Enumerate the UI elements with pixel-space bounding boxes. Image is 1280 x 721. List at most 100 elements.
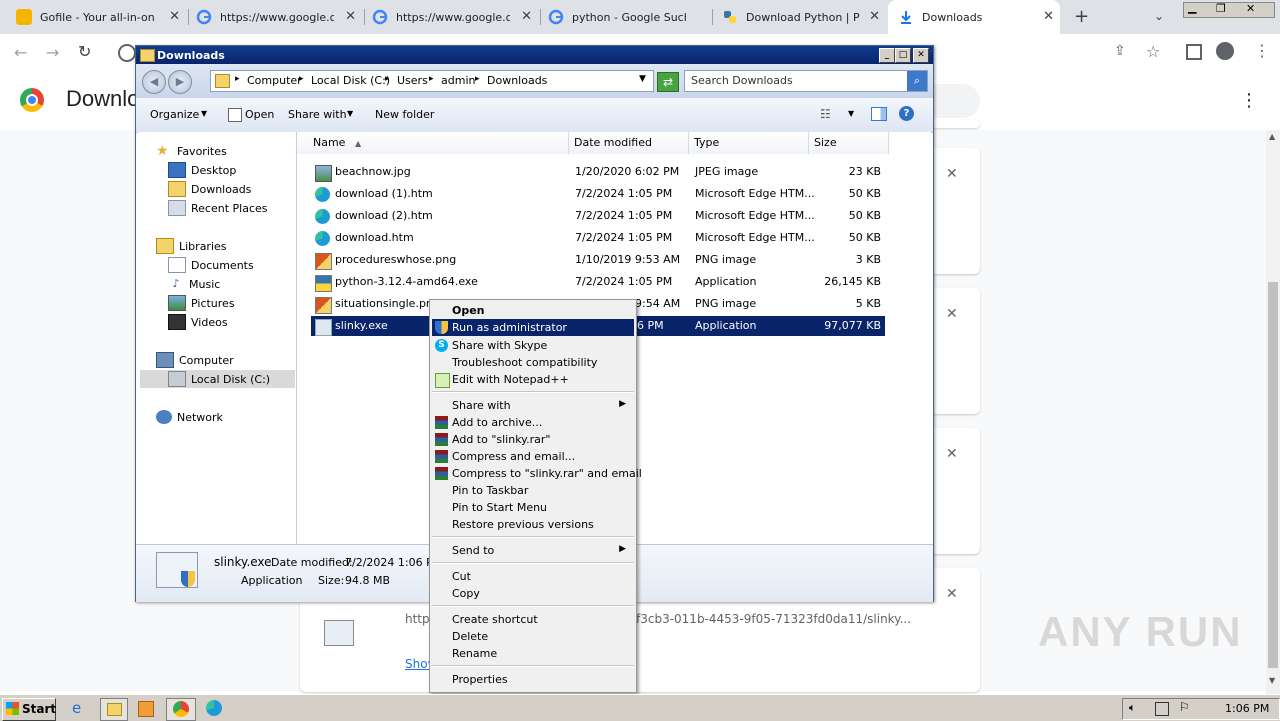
- scroll-thumb[interactable]: [1268, 282, 1278, 668]
- nav-videos[interactable]: Videos: [168, 313, 228, 331]
- forward-icon[interactable]: →: [46, 43, 59, 62]
- column-header-date[interactable]: Date modified: [569, 132, 689, 154]
- menu-item-properties[interactable]: Properties: [432, 671, 634, 688]
- menu-item-delete[interactable]: Delete: [432, 628, 634, 645]
- nav-favorites[interactable]: ★ Favorites: [156, 142, 227, 160]
- menu-item-pin-taskbar[interactable]: Pin to Taskbar: [432, 482, 634, 499]
- menu-item-pin-start[interactable]: Pin to Start Menu: [432, 499, 634, 516]
- minimize-icon[interactable]: ▁: [1188, 1, 1196, 14]
- column-header-type[interactable]: Type: [689, 132, 809, 154]
- action-center-flag-icon[interactable]: ⚐: [1179, 700, 1190, 714]
- chevron-down-icon[interactable]: ▼: [201, 109, 207, 118]
- search-icon[interactable]: ⌕: [907, 71, 927, 91]
- new-folder-button[interactable]: New folder: [375, 108, 434, 121]
- nav-libraries[interactable]: Libraries: [156, 237, 227, 255]
- nav-computer[interactable]: Computer: [156, 351, 234, 369]
- breadcrumb-arrow-icon[interactable]: ▸: [385, 74, 390, 84]
- maximize-icon[interactable]: □: [895, 48, 911, 63]
- close-window-icon[interactable]: ✕: [913, 48, 929, 63]
- file-row[interactable]: download.htm 7/2/2024 1:05 PM Microsoft …: [311, 228, 885, 248]
- clock[interactable]: 1:06 PM: [1225, 702, 1269, 715]
- menu-item-rename[interactable]: Rename: [432, 645, 634, 662]
- organize-button[interactable]: Organize: [150, 108, 199, 121]
- back-icon[interactable]: ◀: [142, 70, 166, 94]
- address-bar[interactable]: ▸ Computer ▸ Local Disk (C:) ▸ Users ▸ a…: [210, 70, 654, 92]
- network-tray-icon[interactable]: [1155, 702, 1169, 716]
- menu-item-create-shortcut[interactable]: Create shortcut: [432, 611, 634, 628]
- help-icon[interactable]: ?: [899, 106, 914, 121]
- tab-gofile[interactable]: Gofile - Your all-in-one ✕: [16, 0, 186, 34]
- chrome-taskbar-button[interactable]: [166, 698, 196, 721]
- reload-icon[interactable]: ↻: [78, 42, 91, 61]
- menu-item-compress-rar-email[interactable]: Compress to "slinky.rar" and email: [432, 465, 642, 482]
- tab-google-2[interactable]: https://www.google.co ✕: [372, 0, 538, 34]
- menu-item-compress-email[interactable]: Compress and email...: [432, 448, 634, 465]
- start-button[interactable]: Start: [2, 698, 56, 721]
- downloads-menu-icon[interactable]: ⋮: [1240, 90, 1258, 111]
- ie-icon[interactable]: e: [72, 698, 90, 719]
- menu-item-share-with[interactable]: Share with ▶: [432, 397, 634, 414]
- profile-avatar-icon[interactable]: [1216, 42, 1234, 60]
- nav-documents[interactable]: Documents: [168, 256, 254, 274]
- site-info-icon[interactable]: [118, 44, 136, 62]
- share-with-button[interactable]: Share with: [288, 108, 347, 121]
- restore-icon[interactable]: ❐: [1216, 2, 1226, 15]
- menu-item-run-as-admin[interactable]: Run as administrator: [432, 319, 634, 336]
- open-button[interactable]: Open: [245, 108, 274, 121]
- breadcrumb-users[interactable]: Users: [397, 74, 428, 87]
- close-tab-icon[interactable]: ✕: [345, 9, 356, 24]
- address-dropdown-icon[interactable]: ▼: [639, 74, 646, 84]
- remove-download-icon[interactable]: ✕: [946, 446, 958, 462]
- share-icon[interactable]: ⇪: [1114, 43, 1126, 59]
- forward-icon[interactable]: ▶: [168, 70, 192, 94]
- new-tab-icon[interactable]: +: [1074, 6, 1089, 27]
- preview-pane-icon[interactable]: [871, 107, 887, 121]
- back-icon[interactable]: ←: [14, 43, 27, 62]
- close-tab-icon[interactable]: ✕: [1043, 9, 1054, 24]
- explorer-titlebar[interactable]: Downloads _ □ ✕: [136, 46, 933, 64]
- scroll-down-icon[interactable]: ▼: [1269, 676, 1275, 685]
- close-tab-icon[interactable]: ✕: [521, 9, 532, 24]
- page-scrollbar[interactable]: ▲ ▼: [1266, 130, 1280, 694]
- nav-music[interactable]: ♪ Music: [168, 275, 220, 293]
- menu-item-send-to[interactable]: Send to ▶: [432, 542, 634, 559]
- volume-icon[interactable]: 🔈︎: [1129, 701, 1136, 715]
- remove-download-icon[interactable]: ✕: [946, 166, 958, 182]
- menu-kebab-icon[interactable]: ⋮: [1254, 41, 1270, 60]
- nav-pictures[interactable]: Pictures: [168, 294, 235, 312]
- search-box[interactable]: Search Downloads ⌕: [684, 70, 928, 92]
- file-row[interactable]: procedureswhose.png 1/10/2019 9:53 AM PN…: [311, 250, 885, 270]
- chevron-down-icon[interactable]: ▼: [848, 109, 854, 118]
- side-panel-icon[interactable]: [1186, 44, 1202, 60]
- media-player-icon[interactable]: [138, 701, 154, 717]
- minimize-icon[interactable]: _: [879, 48, 895, 63]
- file-row[interactable]: beachnow.jpg 1/20/2020 6:02 PM JPEG imag…: [311, 162, 885, 182]
- column-header-name[interactable]: Name ▲: [297, 132, 569, 154]
- breadcrumb-admin[interactable]: admin: [441, 74, 475, 87]
- download-url-tail[interactable]: f3cb3-011b-4453-9f05-71323fd0da11/slinky…: [636, 612, 911, 626]
- close-tab-icon[interactable]: ✕: [869, 9, 880, 24]
- nav-downloads[interactable]: Downloads: [168, 180, 251, 198]
- tab-python-download[interactable]: Download Python | Pyth ✕: [722, 0, 886, 34]
- nav-desktop[interactable]: Desktop: [168, 161, 236, 179]
- menu-item-add-archive[interactable]: Add to archive...: [432, 414, 634, 431]
- menu-item-open[interactable]: Open: [432, 302, 634, 319]
- breadcrumb-local-disk[interactable]: Local Disk (C:): [311, 74, 390, 87]
- menu-item-copy[interactable]: Copy: [432, 585, 634, 602]
- close-window-icon[interactable]: ✕: [1246, 2, 1255, 15]
- tab-python-search[interactable]: python - Google Suche: [548, 0, 710, 34]
- menu-item-restore-versions[interactable]: Restore previous versions: [432, 516, 634, 533]
- nav-network[interactable]: Network: [156, 408, 223, 426]
- file-row[interactable]: download (1).htm 7/2/2024 1:05 PM Micros…: [311, 184, 885, 204]
- nav-local-disk[interactable]: Local Disk (C:): [140, 370, 295, 388]
- file-row[interactable]: download (2).htm 7/2/2024 1:05 PM Micros…: [311, 206, 885, 226]
- breadcrumb-computer[interactable]: Computer: [247, 74, 302, 87]
- breadcrumb-arrow-icon[interactable]: ▸: [235, 74, 240, 84]
- close-tab-icon[interactable]: ✕: [169, 9, 180, 24]
- breadcrumb-downloads[interactable]: Downloads: [487, 74, 547, 87]
- tab-google-1[interactable]: https://www.google.co ✕: [196, 0, 362, 34]
- menu-item-add-rar[interactable]: Add to "slinky.rar": [432, 431, 634, 448]
- file-row[interactable]: python-3.12.4-amd64.exe 7/2/2024 1:05 PM…: [311, 272, 885, 292]
- view-options-icon[interactable]: ☷: [820, 107, 831, 121]
- breadcrumb-arrow-icon[interactable]: ▸: [299, 74, 304, 84]
